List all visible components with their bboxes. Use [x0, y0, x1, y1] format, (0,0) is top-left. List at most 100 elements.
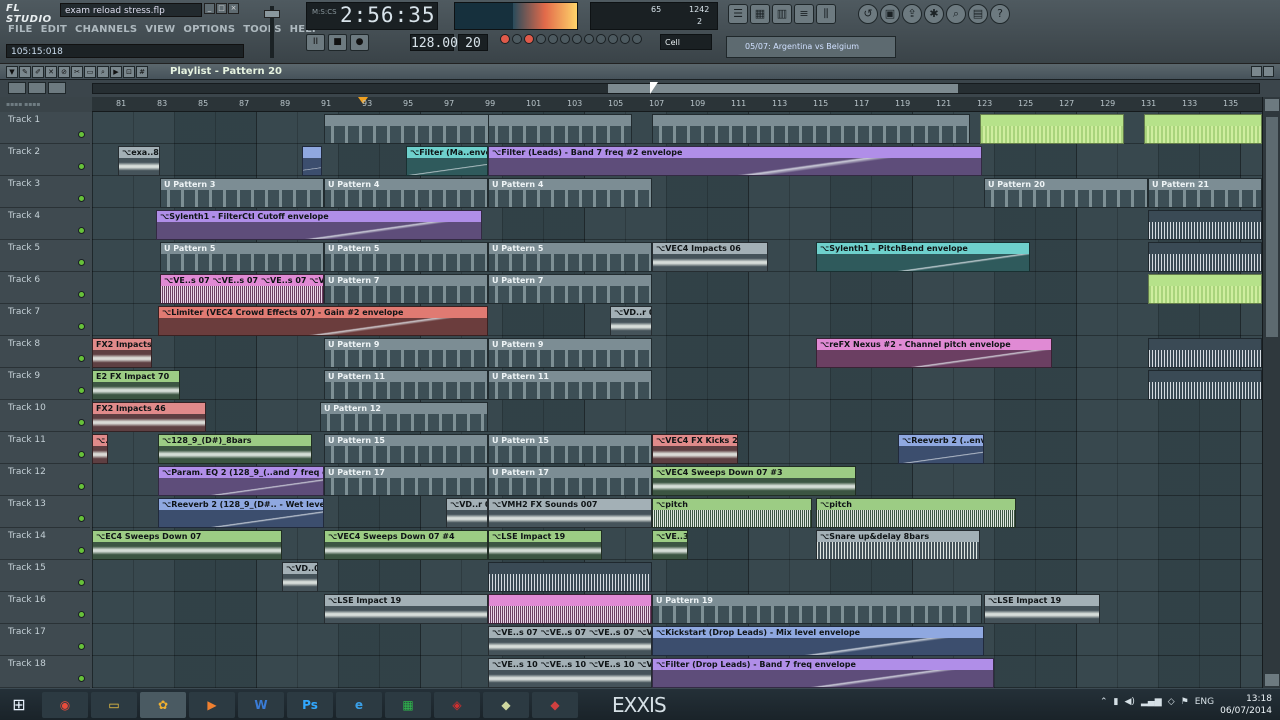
clip[interactable]: U Pattern 7 — [488, 274, 652, 304]
playback-tool-icon[interactable]: ▶ — [110, 66, 122, 78]
clip[interactable]: U Pattern 9 — [488, 338, 652, 368]
chrome-icon[interactable]: ◉ — [42, 692, 88, 718]
track-mute-led[interactable] — [78, 451, 85, 458]
clip[interactable]: ⌥LSE Impact 19 — [324, 594, 488, 624]
track-header[interactable]: Track 13 — [0, 496, 90, 528]
paint-tool-icon[interactable]: ✐ — [32, 66, 44, 78]
track-mute-led[interactable] — [78, 483, 85, 490]
track-mute-led[interactable] — [78, 419, 85, 426]
menu-channels[interactable]: CHANNELS — [75, 24, 137, 35]
song-time[interactable]: 2:56:35 — [340, 3, 436, 27]
settings-icon[interactable]: ✱ — [924, 4, 944, 24]
clip[interactable]: U Pattern 15 — [324, 434, 488, 464]
menu-edit[interactable]: EDIT — [41, 24, 67, 35]
menu-view[interactable]: VIEW — [145, 24, 175, 35]
track-mute-led[interactable] — [78, 515, 85, 522]
clip[interactable]: ⌥Sylenth1 - PitchBend envelope — [816, 242, 1030, 272]
track-mute-led[interactable] — [78, 355, 85, 362]
minimize-button[interactable]: _ — [204, 3, 215, 14]
clip[interactable]: U Pattern 4 — [488, 178, 652, 208]
track-mute-led[interactable] — [78, 675, 85, 682]
clip[interactable] — [980, 114, 1124, 144]
clip[interactable]: U Pattern 9 — [324, 338, 488, 368]
menu-file[interactable]: FILE — [8, 24, 33, 35]
playlist-close-button[interactable] — [1263, 66, 1274, 77]
toggle-11[interactable] — [620, 34, 630, 44]
track-header[interactable]: Track 8 — [0, 336, 90, 368]
clip[interactable]: ⌥VE..s 07 ⌥VE..s 07 ⌥VE..s 07 ⌥VE..s 07 — [488, 626, 652, 656]
clip[interactable] — [1148, 274, 1262, 304]
link-button[interactable] — [28, 82, 46, 94]
export-icon[interactable]: ⇪ — [902, 4, 922, 24]
clip[interactable] — [488, 562, 652, 592]
clip[interactable]: ⌥VEC4 Impacts 06 — [652, 242, 768, 272]
track-mute-led[interactable] — [78, 291, 85, 298]
piano-roll-icon[interactable]: ▥ — [772, 4, 792, 24]
clip[interactable] — [488, 114, 632, 144]
clip[interactable]: ⌥Snare up&delay 8bars — [816, 530, 980, 560]
clip[interactable]: U Pattern 3 — [160, 178, 324, 208]
track-mute-led[interactable] — [78, 259, 85, 266]
clip[interactable]: U Pattern 5 — [324, 242, 488, 272]
app-icon-2[interactable]: ◆ — [532, 692, 578, 718]
delete-tool-icon[interactable]: ✕ — [45, 66, 57, 78]
scroll-down-button[interactable] — [1265, 674, 1279, 686]
track-mute-led[interactable] — [78, 611, 85, 618]
clip[interactable]: U Pattern 21 — [1148, 178, 1262, 208]
track-header[interactable]: Track 4 — [0, 208, 90, 240]
pause-button[interactable]: II — [306, 34, 325, 51]
clip[interactable]: ⌥VE..31 — [652, 530, 688, 560]
toggle-4[interactable] — [536, 34, 546, 44]
playlist-menu-icon[interactable]: ▼ — [6, 66, 18, 78]
track-header[interactable]: Track 7 — [0, 304, 90, 336]
clip[interactable]: ⌥VD..r 01 — [446, 498, 488, 528]
clip[interactable]: U Pattern 17 — [324, 466, 488, 496]
clip[interactable]: ⌥VE..s 07 ⌥VE..s 07 ⌥VE..s 07 ⌥VE..s 07 — [160, 274, 324, 304]
fl-studio-icon[interactable]: ✿ — [140, 692, 186, 718]
clip[interactable]: ⌥VD..01 — [282, 562, 318, 592]
battery-icon[interactable]: ▮ — [1114, 697, 1119, 707]
antivirus-icon[interactable]: ◈ — [434, 692, 480, 718]
app-icon[interactable]: ◆ — [483, 692, 529, 718]
clip[interactable]: ⌥Reeverb 2 (128_9_(D#.. - Wet level enve… — [158, 498, 324, 528]
stop-button[interactable]: ■ — [328, 34, 347, 51]
clip[interactable]: U Pattern 11 — [324, 370, 488, 400]
track-mute-led[interactable] — [78, 643, 85, 650]
clip[interactable] — [488, 594, 652, 624]
clip[interactable] — [1148, 370, 1262, 400]
pattern-picker-button[interactable] — [8, 82, 26, 94]
clip[interactable]: ⌥LSE Impact 19 — [984, 594, 1100, 624]
clip[interactable]: ⌥VEC4 FX Kicks 23 — [652, 434, 738, 464]
toggle-12[interactable] — [632, 34, 642, 44]
clip[interactable]: ⌥Limiter (VEC4 Crowd Effects 07) - Gain … — [158, 306, 488, 336]
mixer-icon[interactable]: ⫼ — [816, 4, 836, 24]
volume-knob[interactable] — [264, 10, 280, 18]
clip[interactable]: U Pattern 15 — [488, 434, 652, 464]
toggle-5[interactable] — [548, 34, 558, 44]
tray-arrow-icon[interactable]: ⌃ — [1100, 697, 1108, 707]
master-volume-slider[interactable] — [262, 4, 282, 60]
zoom-tool-icon[interactable]: ⌕ — [97, 66, 109, 78]
track-header[interactable]: Track 5 — [0, 240, 90, 272]
clip[interactable]: U Pattern 7 — [324, 274, 488, 304]
horizontal-scrollbar[interactable] — [92, 83, 1260, 94]
track-header[interactable]: Track 15 — [0, 560, 90, 592]
clip[interactable]: ⌥Reeverb 2 (..envelope — [898, 434, 984, 464]
track-mute-led[interactable] — [78, 227, 85, 234]
step-sequencer-icon[interactable]: ▦ — [750, 4, 770, 24]
clip[interactable]: ⌥EC4 Sweeps Down 07 — [92, 530, 282, 560]
clip[interactable]: U Pattern 11 — [488, 370, 652, 400]
clip[interactable]: ⌥pitch — [652, 498, 812, 528]
clip[interactable]: ⌥Kickstart (Drop Leads) - Mix level enve… — [652, 626, 984, 656]
volume-icon[interactable]: ◀) — [1125, 697, 1135, 707]
track-header[interactable]: Track 6 — [0, 272, 90, 304]
word-icon[interactable]: W — [238, 692, 284, 718]
track-header[interactable]: Track 10 — [0, 400, 90, 432]
hint-browser-line[interactable]: 05/07: Argentina vs Belgium — [726, 36, 896, 58]
select-tool-icon[interactable]: ▭ — [84, 66, 96, 78]
clip[interactable] — [302, 146, 322, 176]
media-player-icon[interactable]: ▶ — [189, 692, 235, 718]
track-header[interactable]: Track 12 — [0, 464, 90, 496]
playlist-icon[interactable]: ☰ — [728, 4, 748, 24]
track-header[interactable]: Track 18 — [0, 656, 90, 688]
